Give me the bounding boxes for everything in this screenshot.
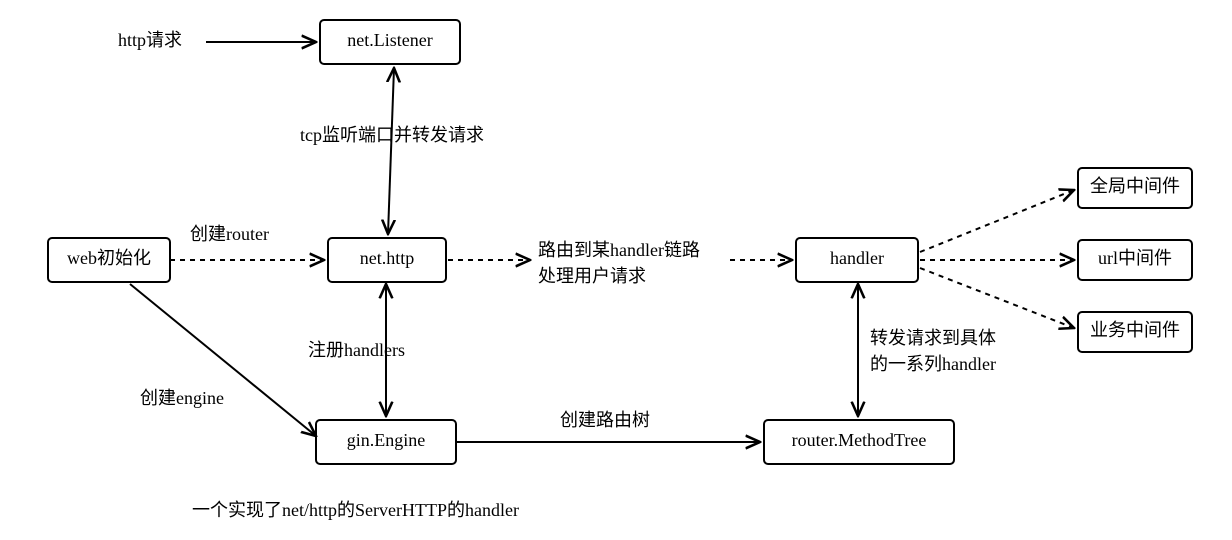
route-to-handler-label-1: 路由到某handler链路 bbox=[538, 240, 700, 260]
footer-note: 一个实现了net/http的ServerHTTP的handler bbox=[192, 500, 519, 520]
edge-webinit-ginengine bbox=[130, 284, 316, 436]
node-net-listener: net.Listener bbox=[320, 20, 460, 64]
mw-global-label: 全局中间件 bbox=[1090, 176, 1180, 196]
node-net-http: net.http bbox=[328, 238, 446, 282]
node-handler: handler bbox=[796, 238, 918, 282]
handler-label: handler bbox=[830, 248, 884, 268]
route-to-handler-label-2: 处理用户请求 bbox=[538, 266, 646, 286]
mw-url-label: url中间件 bbox=[1098, 248, 1172, 268]
edge-nethttp-netlistener bbox=[388, 68, 394, 234]
edge-handler-mw-biz bbox=[920, 268, 1074, 328]
node-gin-engine: gin.Engine bbox=[316, 420, 456, 464]
mw-biz-label: 业务中间件 bbox=[1090, 320, 1180, 340]
forward-handlers-label-2: 的一系列handler bbox=[870, 354, 996, 374]
node-mw-global: 全局中间件 bbox=[1078, 168, 1192, 208]
create-engine-label: 创建engine bbox=[140, 388, 224, 408]
edge-handler-mw-global bbox=[920, 190, 1074, 252]
create-route-tree-label: 创建路由树 bbox=[560, 410, 650, 430]
forward-handlers-label-1: 转发请求到具体 bbox=[870, 328, 996, 348]
diagram-canvas: net.Listener web初始化 net.http gin.Engine … bbox=[0, 0, 1232, 540]
net-http-label: net.http bbox=[360, 248, 415, 268]
node-web-init: web初始化 bbox=[48, 238, 170, 282]
node-mw-url: url中间件 bbox=[1078, 240, 1192, 280]
router-method-tree-label: router.MethodTree bbox=[792, 430, 927, 450]
register-handlers-label: 注册handlers bbox=[308, 340, 405, 360]
web-init-label: web初始化 bbox=[67, 248, 151, 268]
net-listener-label: net.Listener bbox=[347, 30, 432, 50]
create-router-label: 创建router bbox=[190, 224, 269, 244]
tcp-listen-label: tcp监听端口并转发请求 bbox=[300, 125, 484, 145]
node-mw-biz: 业务中间件 bbox=[1078, 312, 1192, 352]
node-router-method-tree: router.MethodTree bbox=[764, 420, 954, 464]
http-request-label: http请求 bbox=[118, 30, 182, 50]
gin-engine-label: gin.Engine bbox=[347, 430, 426, 450]
